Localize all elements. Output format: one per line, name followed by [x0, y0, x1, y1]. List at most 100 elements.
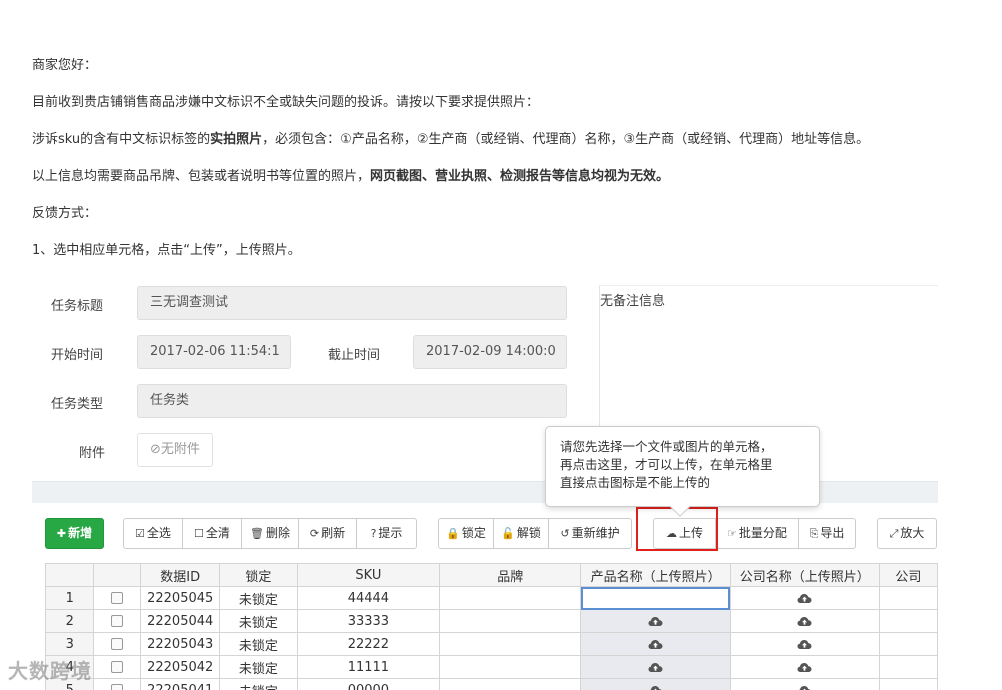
data-id-cell[interactable]: 22205045 [140, 586, 221, 610]
sku-cell[interactable]: 44444 [296, 586, 441, 610]
lock-status-cell[interactable]: 未锁定 [219, 655, 298, 679]
notice-line2-a: 涉诉sku的含有中文标识标签的 [32, 132, 211, 147]
column-header-lock[interactable]: 锁定 [219, 563, 298, 587]
table-row[interactable]: 2 22205044 未锁定 33333 [45, 609, 938, 633]
sku-cell[interactable]: 22222 [296, 632, 441, 656]
start-time-field[interactable]: 2017-02-06 11:54:1 [137, 335, 291, 369]
tooltip-line3: 直接点击图标是不能上传的 [560, 475, 711, 490]
product-name-upload-cell[interactable] [580, 632, 731, 656]
checkbox-icon[interactable] [111, 638, 124, 650]
notice-text: 商家您好： 目前收到贵店铺销售商品涉嫌中文标识不全或缺失问题的投诉。请按以下要求… [32, 58, 952, 280]
export-button[interactable]: ⎘ 导出 [798, 518, 856, 549]
cloud-upload-icon[interactable] [797, 616, 812, 626]
company-name-upload-cell[interactable] [729, 678, 880, 690]
enlarge-label: 放大 [900, 526, 925, 540]
lock-status-cell[interactable]: 未锁定 [219, 632, 298, 656]
row-select-cell[interactable] [93, 609, 142, 633]
row-select-cell[interactable] [93, 632, 142, 656]
grid-toolbar: ✚ 新增 ☑ 全选 ☐ 全清 🗑 删除 ⟳ 刷新 ? 提示 🔒 锁定 🔓 解锁 ↺ 重新维护 ☁ 上… [0, 518, 1002, 550]
company-name-upload-cell[interactable] [729, 655, 880, 679]
data-id-cell[interactable]: 22205043 [140, 632, 221, 656]
checkbox-icon[interactable] [111, 592, 124, 604]
no-attachment-button[interactable]: ⊘无附件 [137, 433, 213, 467]
notice-line3: 以上信息均需要商品吊牌、包装或者说明书等位置的照片，网页截图、营业执照、检测报告… [32, 169, 952, 185]
product-name-upload-cell[interactable] [580, 678, 731, 690]
add-button[interactable]: ✚ 新增 [45, 518, 104, 549]
plus-icon: ✚ [56, 527, 67, 540]
company-cell[interactable] [878, 678, 938, 690]
cloud-upload-icon[interactable] [797, 685, 812, 690]
product-name-upload-cell[interactable] [580, 586, 731, 610]
checkbox-icon[interactable] [111, 615, 124, 627]
column-header-sku[interactable]: SKU [296, 563, 441, 587]
sku-cell[interactable]: 00000 [296, 678, 441, 690]
unlock-button[interactable]: 🔓 解锁 [493, 518, 549, 549]
lock-status-cell[interactable]: 未锁定 [219, 678, 298, 690]
column-header-id[interactable]: 数据ID [140, 563, 221, 587]
question-icon: ? [370, 527, 377, 540]
column-header-company[interactable]: 公司 [878, 563, 938, 587]
column-header-brand[interactable]: 品牌 [439, 563, 582, 587]
column-header-company-name[interactable]: 公司名称（上传照片） [729, 563, 880, 587]
task-title-field[interactable]: 三无调查测试 [137, 286, 567, 320]
sku-cell[interactable]: 11111 [296, 655, 441, 679]
refresh-button[interactable]: ⟳ 刷新 [298, 518, 357, 549]
delete-button[interactable]: 🗑 删除 [241, 518, 299, 549]
batch-assign-label: 批量分配 [738, 526, 787, 540]
clear-all-button[interactable]: ☐ 全清 [182, 518, 242, 549]
company-cell[interactable] [878, 609, 938, 633]
attachment-label: 附件 [79, 446, 106, 461]
remaintain-button[interactable]: ↺ 重新维护 [548, 518, 632, 549]
checkbox-icon[interactable] [111, 684, 124, 690]
brand-cell[interactable] [439, 678, 582, 690]
table-row[interactable]: 1 22205045 未锁定 44444 [45, 586, 938, 610]
select-all-button[interactable]: ☑ 全选 [123, 518, 183, 549]
brand-cell[interactable] [439, 632, 582, 656]
data-grid: 数据ID 锁定 SKU 品牌 产品名称（上传照片） 公司名称（上传照片） 公司 … [45, 563, 938, 690]
watermark-logo: 大数跨境 [8, 659, 92, 683]
brand-cell[interactable] [439, 655, 582, 679]
lock-button[interactable]: 🔒 锁定 [438, 518, 494, 549]
task-type-field[interactable]: 任务类 [137, 384, 567, 418]
sku-cell[interactable]: 33333 [296, 609, 441, 633]
row-select-cell[interactable] [93, 586, 142, 610]
remaintain-label: 重新维护 [571, 526, 620, 540]
table-row[interactable]: 3 22205043 未锁定 22222 [45, 632, 938, 656]
data-id-cell[interactable]: 22205042 [140, 655, 221, 679]
enlarge-button[interactable]: ⤢ 放大 [877, 518, 937, 549]
company-name-upload-cell[interactable] [729, 609, 880, 633]
brand-cell[interactable] [439, 609, 582, 633]
company-cell[interactable] [878, 632, 938, 656]
hint-button[interactable]: ? 提示 [356, 518, 417, 549]
lock-status-cell[interactable]: 未锁定 [219, 586, 298, 610]
table-row[interactable]: 4 22205042 未锁定 11111 [45, 655, 938, 679]
company-cell[interactable] [878, 655, 938, 679]
company-name-upload-cell[interactable] [729, 632, 880, 656]
data-id-cell[interactable]: 22205041 [140, 678, 221, 690]
cloud-upload-icon[interactable] [648, 616, 663, 626]
export-label: 导出 [820, 526, 845, 540]
batch-assign-button[interactable]: ☞ 批量分配 [715, 518, 799, 549]
cloud-upload-icon[interactable] [648, 662, 663, 672]
company-name-upload-cell[interactable] [729, 586, 880, 610]
row-select-cell[interactable] [93, 655, 142, 679]
end-time-field[interactable]: 2017-02-09 14:00:0 [413, 335, 567, 369]
company-cell[interactable] [878, 586, 938, 610]
cloud-upload-icon[interactable] [648, 685, 663, 690]
task-title-label: 任务标题 [51, 299, 104, 314]
product-name-upload-cell[interactable] [580, 609, 731, 633]
lock-status-cell[interactable]: 未锁定 [219, 609, 298, 633]
row-select-cell[interactable] [93, 678, 142, 690]
data-id-cell[interactable]: 22205044 [140, 609, 221, 633]
cloud-upload-icon[interactable] [648, 639, 663, 649]
undo-icon: ↺ [560, 527, 570, 540]
product-name-upload-cell[interactable] [580, 655, 731, 679]
cloud-upload-icon[interactable] [797, 593, 812, 603]
brand-cell[interactable] [439, 586, 582, 610]
cloud-upload-icon[interactable] [797, 639, 812, 649]
checkbox-icon[interactable] [111, 661, 124, 673]
column-header-product-name[interactable]: 产品名称（上传照片） [580, 563, 731, 587]
notice-line3-a: 以上信息均需要商品吊牌、包装或者说明书等位置的照片， [32, 169, 371, 184]
table-row[interactable]: 522205041未锁定00000 [45, 678, 938, 690]
cloud-upload-icon[interactable] [797, 662, 812, 672]
